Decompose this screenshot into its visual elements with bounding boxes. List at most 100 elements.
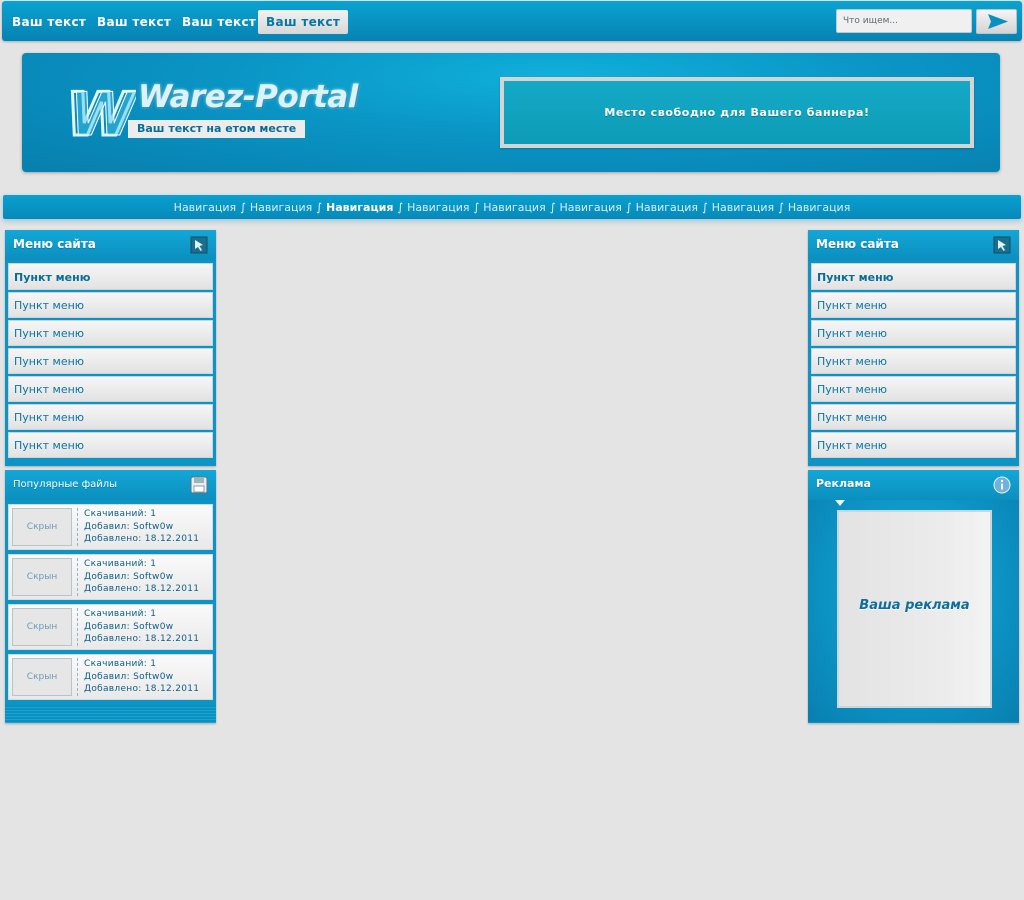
nav-separator: ∫: [778, 200, 784, 214]
floppy-disk-icon: [190, 476, 208, 494]
file-divider: [77, 608, 78, 646]
top-link-1[interactable]: Ваш текст: [4, 10, 94, 34]
block-header: Меню сайта: [808, 230, 1019, 260]
menu-item[interactable]: Пункт меню: [8, 376, 213, 402]
nav-link[interactable]: Навигация: [788, 201, 850, 214]
pointer-triangle-icon: [835, 500, 845, 506]
file-thumbnail[interactable]: Скрын: [12, 658, 72, 696]
file-divider: [77, 658, 78, 696]
menu-item[interactable]: Пункт меню: [8, 348, 213, 374]
menu-item[interactable]: Пункт меню: [811, 292, 1016, 318]
ad-placeholder[interactable]: Ваша реклама: [837, 510, 992, 708]
nav-link[interactable]: Навигация: [174, 201, 236, 214]
site-header: W W Warez-Portal Ваш текст на етом месте…: [22, 53, 1000, 172]
file-info: Скачиваний: 1 Добавил: Softw0w Добавлено: …: [84, 508, 199, 546]
nav-link[interactable]: Навигация: [636, 201, 698, 214]
file-author: Добавил: Softw0w: [84, 671, 174, 682]
menu-item[interactable]: Пункт меню: [811, 348, 1016, 374]
popular-files-block: Популярные файлы Скрын Скачиваний: 1 Добав…: [5, 470, 216, 723]
nav-link[interactable]: Навигация: [326, 201, 393, 214]
left-menu-list: Пункт меню Пункт меню Пункт меню Пункт меню…: [5, 260, 216, 464]
block-header: Меню сайта: [5, 230, 216, 260]
nav-separator: ∫: [702, 200, 708, 214]
arrow-right-icon: [988, 14, 1008, 29]
file-downloads: Скачиваний: 1: [84, 559, 157, 569]
cursor-arrow-icon: [190, 236, 208, 254]
block-title: Меню сайта: [13, 237, 96, 251]
file-divider: [77, 558, 78, 596]
info-icon: [993, 476, 1011, 494]
file-info: Скачиваний: 1 Добавил: Softw0w Добавлено: …: [84, 658, 199, 696]
block-header: Реклама: [808, 470, 1019, 500]
navigation-bar: Навигация ∫ Навигация ∫ Навигация ∫ Навигация ∫…: [3, 195, 1021, 219]
menu-item[interactable]: Пункт меню: [811, 263, 1016, 290]
left-menu-block: Меню сайта Пункт меню Пункт меню Пункт мен…: [5, 230, 216, 466]
file-item[interactable]: Скрын Скачиваний: 1 Добавил: Softw0w Добавл…: [8, 654, 213, 700]
nav-separator: ∫: [549, 200, 556, 214]
navigation-links: Навигация ∫ Навигация ∫ Навигация ∫ Навигация ∫…: [3, 195, 1021, 219]
nav-separator: ∫: [625, 200, 632, 214]
menu-item[interactable]: Пункт меню: [811, 320, 1016, 346]
file-item[interactable]: Скрын Скачиваний: 1 Добавил: Softw0w Добавл…: [8, 554, 213, 600]
nav-link[interactable]: Навигация: [250, 201, 312, 214]
menu-item[interactable]: Пункт меню: [8, 404, 213, 430]
logo-title[interactable]: Warez-Portal: [138, 79, 358, 115]
nav-separator: ∫: [473, 200, 480, 214]
nav-link[interactable]: Навигация: [712, 201, 774, 214]
file-thumbnail[interactable]: Скрын: [12, 558, 72, 596]
nav-link[interactable]: Навигация: [407, 201, 469, 214]
nav-separator: ∫: [240, 200, 246, 214]
logo-slogan: Ваш текст на етом месте: [128, 120, 306, 138]
menu-item[interactable]: Пункт меню: [8, 432, 213, 458]
file-item[interactable]: Скрын Скачиваний: 1 Добавил: Softw0w Добавл…: [8, 604, 213, 650]
banner-text: Место свободно для Вашего баннера!: [504, 81, 970, 144]
banner-placeholder[interactable]: Место свободно для Вашего баннера!: [500, 77, 974, 148]
nav-separator: ∫: [316, 200, 322, 214]
menu-item[interactable]: Пункт меню: [8, 263, 213, 290]
ad-area: Ваша реклама: [808, 500, 1019, 722]
block-title: Меню сайта: [816, 237, 899, 251]
file-info: Скачиваний: 1 Добавил: Softw0w Добавлено: …: [84, 608, 199, 646]
block-title: Популярные файлы: [13, 479, 118, 490]
top-link-2[interactable]: Ваш текст: [89, 10, 179, 34]
popular-files-list: Скрын Скачиваний: 1 Добавил: Softw0w Добавл…: [5, 500, 216, 700]
block-title: Реклама: [816, 477, 871, 490]
nav-separator: ∫: [397, 200, 404, 214]
file-item[interactable]: Скрын Скачиваний: 1 Добавил: Softw0w Добавл…: [8, 504, 213, 550]
file-thumbnail[interactable]: Скрын: [12, 608, 72, 646]
file-downloads: Скачиваний: 1: [84, 659, 157, 669]
file-author: Добавил: Softw0w: [84, 571, 174, 582]
menu-item[interactable]: Пункт меню: [811, 376, 1016, 402]
ads-block: Реклама Ваша реклама: [808, 470, 1019, 723]
file-date: Добавлено: 18.12.2011: [84, 584, 200, 594]
menu-item[interactable]: Пункт меню: [8, 320, 213, 346]
file-date: Добавлено: 18.12.2011: [84, 684, 200, 694]
file-author: Добавил: Softw0w: [84, 621, 174, 632]
file-author: Добавил: Softw0w: [84, 521, 174, 532]
menu-item[interactable]: Пункт меню: [811, 432, 1016, 458]
ad-text: Ваша реклама: [859, 598, 970, 613]
right-menu-block: Меню сайта Пункт меню Пункт меню Пункт мен…: [808, 230, 1019, 466]
top-link-4[interactable]: Ваш текст: [258, 10, 349, 34]
file-downloads: Скачиваний: 1: [84, 609, 157, 619]
file-divider: [77, 508, 78, 546]
block-header: Популярные файлы: [5, 470, 216, 500]
search-input[interactable]: Что ищем...: [836, 9, 972, 33]
right-menu-list: Пункт меню Пункт меню Пункт меню Пункт меню…: [808, 260, 1019, 464]
block-footer: [5, 705, 216, 723]
menu-item[interactable]: Пункт меню: [811, 404, 1016, 430]
file-info: Скачиваний: 1 Добавил: Softw0w Добавлено: …: [84, 558, 199, 596]
logo-icon: W W: [66, 81, 136, 143]
search-button[interactable]: [976, 9, 1017, 34]
nav-link[interactable]: Навигация: [559, 201, 621, 214]
cursor-arrow-icon: [993, 236, 1011, 254]
nav-link[interactable]: Навигация: [483, 201, 545, 214]
top-link-3[interactable]: Ваш текст: [174, 10, 264, 34]
file-date: Добавлено: 18.12.2011: [84, 534, 200, 544]
top-navigation-bar: Ваш текст Ваш текст Ваш текст Ваш текст …: [2, 1, 1022, 41]
file-date: Добавлено: 18.12.2011: [84, 634, 200, 644]
menu-item[interactable]: Пункт меню: [8, 292, 213, 318]
file-thumbnail[interactable]: Скрын: [12, 508, 72, 546]
svg-text:W: W: [70, 81, 136, 143]
file-downloads: Скачиваний: 1: [84, 509, 157, 519]
